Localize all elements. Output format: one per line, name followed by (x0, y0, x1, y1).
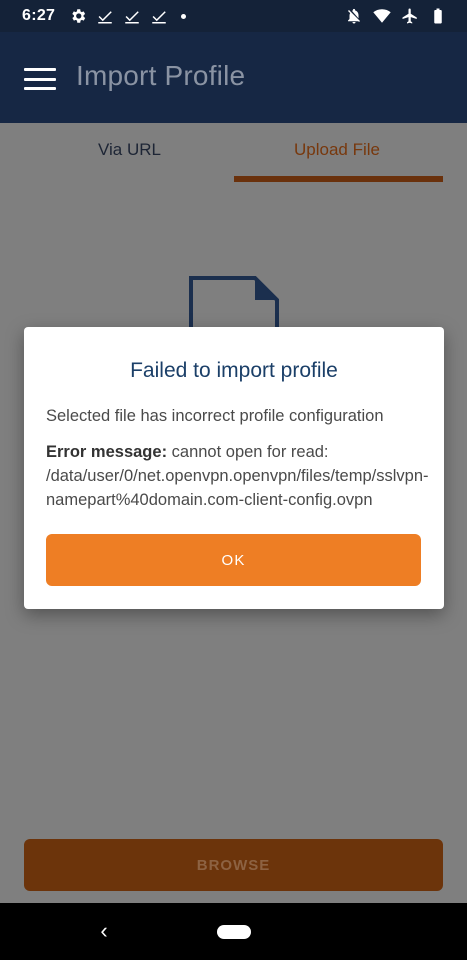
status-bar: 6:27 (0, 0, 467, 32)
gear-icon (69, 7, 87, 25)
page-title: Import Profile (76, 60, 246, 91)
dialog-title: Failed to import profile (130, 359, 338, 382)
status-left: 6:27 (22, 7, 187, 25)
status-time: 6:27 (22, 7, 56, 24)
status-right (345, 7, 447, 25)
tab-upload-file[interactable]: Upload File (294, 140, 380, 160)
wifi-icon (373, 7, 391, 25)
dot-icon (181, 13, 187, 19)
back-chevron-icon[interactable]: ‹ (94, 920, 114, 942)
bell-off-icon (345, 7, 363, 25)
status-notification-icons (69, 7, 187, 25)
tab-bar: Via URL Upload File (0, 123, 467, 183)
error-label: Error message: (46, 443, 168, 461)
tab-via-url[interactable]: Via URL (98, 140, 161, 160)
dialog-message: Selected file has incorrect profile conf… (46, 407, 384, 425)
dialog-error-details: Error message: cannot open for read: /da… (46, 440, 431, 512)
battery-icon (429, 7, 447, 25)
check-icon (150, 7, 168, 25)
tab-selected-indicator (234, 176, 443, 182)
check-icon (96, 7, 114, 25)
check-icon (123, 7, 141, 25)
home-pill-icon[interactable] (217, 925, 251, 939)
error-dialog: Failed to import profile Selected file h… (24, 327, 444, 609)
ok-button[interactable]: OK (46, 534, 421, 586)
airplane-icon (401, 7, 419, 25)
browse-button[interactable]: BROWSE (24, 839, 443, 891)
app-bar: Import Profile (0, 32, 467, 123)
hamburger-menu-icon[interactable] (24, 68, 56, 90)
system-nav-bar: ‹ (0, 903, 467, 960)
